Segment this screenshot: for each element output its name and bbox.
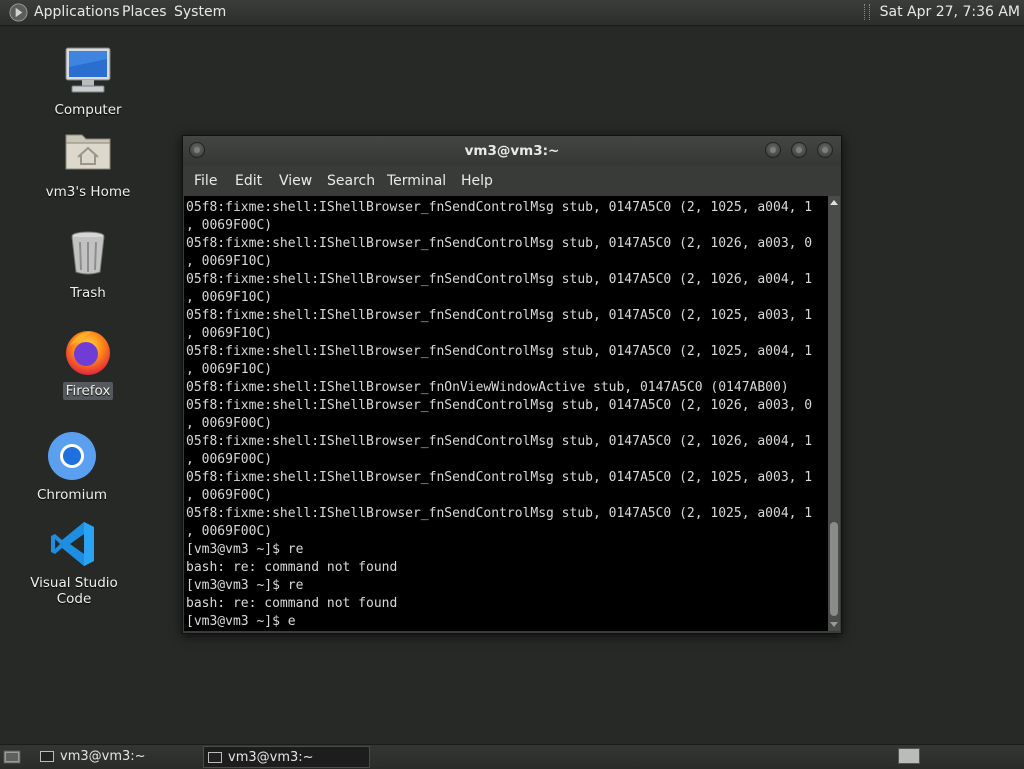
terminal-menubar: File Edit View Search Terminal Help bbox=[183, 166, 841, 196]
desktop-icon-vscode[interactable]: Visual Studio Code bbox=[19, 518, 129, 608]
terminal-output[interactable]: 05f8:fixme:shell:IShellBrowser_fnSendCon… bbox=[184, 196, 828, 631]
menu-terminal[interactable]: Terminal bbox=[387, 166, 446, 197]
terminal-icon bbox=[40, 751, 54, 762]
terminal-line: 05f8:fixme:shell:IShellBrowser_fnSendCon… bbox=[186, 434, 813, 449]
panel-separator bbox=[863, 4, 870, 20]
computer-icon bbox=[62, 45, 114, 97]
desktop-icon-chromium[interactable]: Chromium bbox=[17, 430, 127, 504]
show-desktop-icon[interactable] bbox=[3, 748, 21, 766]
minimize-button[interactable] bbox=[765, 142, 781, 158]
terminal-line: , 0069F00C) bbox=[186, 416, 273, 431]
taskbar-item-label: vm3@vm3:~ bbox=[60, 749, 146, 764]
window-title: vm3@vm3:~ bbox=[464, 143, 560, 159]
system-menu[interactable]: System bbox=[174, 0, 226, 25]
terminal-line: 05f8:fixme:shell:IShellBrowser_fnSendCon… bbox=[186, 398, 813, 413]
desktop-icon-firefox[interactable]: Firefox bbox=[33, 326, 143, 400]
places-menu[interactable]: Places bbox=[122, 0, 167, 25]
scroll-down-arrow-icon[interactable] bbox=[828, 619, 840, 629]
terminal-line: 05f8:fixme:shell:IShellBrowser_fnSendCon… bbox=[186, 308, 813, 323]
terminal-line: 05f8:fixme:shell:IShellBrowser_fnSendCon… bbox=[186, 236, 813, 251]
home-folder-icon bbox=[62, 127, 114, 179]
clock[interactable]: Sat Apr 27, 7:36 AM bbox=[880, 4, 1020, 20]
terminal-line: [vm3@vm3 ~]$ re bbox=[186, 542, 304, 557]
window-titlebar[interactable]: vm3@vm3:~ bbox=[183, 136, 841, 166]
scroll-up-arrow-icon[interactable] bbox=[828, 198, 840, 208]
desktop-icon-label: Computer bbox=[54, 102, 122, 118]
taskbar-item-label: vm3@vm3:~ bbox=[228, 750, 314, 765]
terminal-line: , 0069F00C) bbox=[186, 218, 273, 233]
terminal-line: bash: re: command not found bbox=[186, 596, 398, 611]
firefox-icon bbox=[62, 326, 114, 378]
close-button[interactable] bbox=[817, 142, 833, 158]
terminal-text: 05f8:fixme:shell:IShellBrowser_fnSendCon… bbox=[184, 196, 828, 631]
scrollbar[interactable] bbox=[828, 196, 840, 631]
menu-help[interactable]: Help bbox=[461, 166, 493, 197]
vscode-icon bbox=[48, 518, 100, 570]
terminal-line: , 0069F10C) bbox=[186, 362, 273, 377]
terminal-line: 05f8:fixme:shell:IShellBrowser_fnSendCon… bbox=[186, 470, 813, 485]
terminal-line: , 0069F10C) bbox=[186, 290, 273, 305]
menu-file[interactable]: File bbox=[194, 166, 217, 197]
workspace-switcher[interactable] bbox=[898, 748, 920, 764]
terminal-line: , 0069F00C) bbox=[186, 452, 273, 467]
bottom-panel: vm3@vm3:~ vm3@vm3:~ bbox=[0, 744, 1024, 769]
terminal-line: , 0069F10C) bbox=[186, 254, 273, 269]
terminal-line: 05f8:fixme:shell:IShellBrowser_fnOnViewW… bbox=[186, 380, 789, 395]
terminal-line: 05f8:fixme:shell:IShellBrowser_fnSendCon… bbox=[186, 200, 813, 215]
clock-area: Sat Apr 27, 7:36 AM bbox=[863, 0, 1020, 25]
terminal-line: [vm3@vm3 ~]$ e bbox=[186, 614, 296, 629]
top-panel: Applications Places System Sat Apr 27, 7… bbox=[0, 0, 1024, 26]
applications-menu[interactable]: Applications bbox=[34, 0, 120, 25]
terminal-line: , 0069F10C) bbox=[186, 326, 273, 341]
terminal-line: bash: re: command not found bbox=[186, 560, 398, 575]
terminal-line: 05f8:fixme:shell:IShellBrowser_fnSendCon… bbox=[186, 506, 813, 521]
desktop-icon-label: Trash bbox=[70, 285, 106, 301]
terminal-line: [vm3@vm3 ~]$ re bbox=[186, 578, 304, 593]
menu-view[interactable]: View bbox=[279, 166, 312, 197]
desktop-icon-label: Visual Studio Code bbox=[30, 575, 118, 607]
chromium-icon bbox=[46, 430, 98, 482]
desktop-icon-computer[interactable]: Computer bbox=[33, 45, 143, 119]
terminal-line: , 0069F00C) bbox=[186, 488, 273, 503]
scrollbar-thumb[interactable] bbox=[830, 522, 838, 616]
gnome-foot-icon[interactable] bbox=[9, 3, 28, 22]
menu-search[interactable]: Search bbox=[327, 166, 375, 197]
terminal-line: 05f8:fixme:shell:IShellBrowser_fnSendCon… bbox=[186, 272, 813, 287]
taskbar-item-terminal-1[interactable]: vm3@vm3:~ bbox=[36, 746, 198, 768]
desktop-icon-label: vm3's Home bbox=[45, 184, 131, 200]
terminal-line: , 0069F00C) bbox=[186, 524, 273, 539]
desktop-icon-home[interactable]: vm3's Home bbox=[33, 127, 143, 201]
desktop-icon-trash[interactable]: Trash bbox=[33, 228, 143, 302]
desktop-icon-label: Chromium bbox=[36, 487, 108, 503]
terminal-icon bbox=[208, 752, 222, 763]
desktop-icon-label: Firefox bbox=[62, 382, 114, 400]
taskbar-item-terminal-2[interactable]: vm3@vm3:~ bbox=[203, 746, 370, 768]
trash-icon bbox=[62, 228, 114, 280]
terminal-window[interactable]: vm3@vm3:~ File Edit View Search Terminal… bbox=[182, 135, 842, 634]
menu-edit[interactable]: Edit bbox=[235, 166, 262, 197]
terminal-line: 05f8:fixme:shell:IShellBrowser_fnSendCon… bbox=[186, 344, 813, 359]
maximize-button[interactable] bbox=[791, 142, 807, 158]
